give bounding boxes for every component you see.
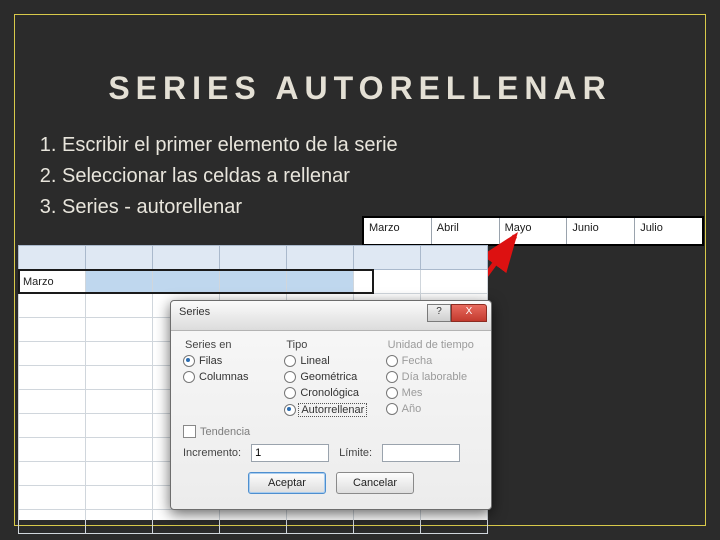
- dialog-title: Series: [179, 306, 210, 318]
- series-dialog: Series ? X Series en Filas Columnas Tipo…: [170, 300, 492, 510]
- radio-filas[interactable]: Filas: [183, 353, 276, 369]
- steps-list: Escribir el primer elemento de la serie …: [28, 130, 398, 223]
- step-1: Escribir el primer elemento de la serie: [62, 130, 398, 161]
- radio-columnas[interactable]: Columnas: [183, 369, 276, 385]
- radio-geometrica[interactable]: Geométrica: [284, 369, 377, 385]
- checkbox-tendencia: Tendencia: [183, 419, 479, 440]
- month-cell: Mayo: [500, 218, 568, 244]
- group-legend: Tipo: [284, 339, 377, 353]
- dialog-titlebar[interactable]: Series ? X: [171, 301, 491, 331]
- radio-mes: Mes: [386, 385, 479, 401]
- radio-fecha: Fecha: [386, 353, 479, 369]
- close-button[interactable]: X: [451, 304, 487, 322]
- month-cell: Abril: [432, 218, 500, 244]
- group-legend: Unidad de tiempo: [386, 339, 479, 353]
- incremento-label: Incremento:: [183, 447, 241, 459]
- month-cell: Junio: [567, 218, 635, 244]
- radio-dia-laborable: Día laborable: [386, 369, 479, 385]
- group-legend: Series en: [183, 339, 276, 353]
- radio-cronologica[interactable]: Cronológica: [284, 385, 377, 401]
- cell-first-value[interactable]: Marzo: [19, 270, 86, 294]
- limite-input[interactable]: [382, 444, 460, 462]
- limite-label: Límite:: [339, 447, 372, 459]
- checkbox-icon: [183, 425, 196, 438]
- radio-autorrellenar[interactable]: Autorrellenar: [284, 401, 377, 419]
- step-3: Series - autorellenar: [62, 192, 398, 223]
- slide-title: SERIES AUTORELLENAR: [0, 70, 720, 107]
- group-tipo: Tipo Lineal Geométrica Cronológica Autor…: [284, 339, 377, 419]
- group-series-en: Series en Filas Columnas: [183, 339, 276, 419]
- incremento-input[interactable]: [251, 444, 329, 462]
- radio-ano: Año: [386, 401, 479, 417]
- month-cell: Julio: [635, 218, 702, 244]
- help-button[interactable]: ?: [427, 304, 451, 322]
- result-months-row: Marzo Abril Mayo Junio Julio: [362, 216, 704, 246]
- group-unidad: Unidad de tiempo Fecha Día laborable Mes…: [386, 339, 479, 419]
- month-cell: Marzo: [364, 218, 432, 244]
- ok-button[interactable]: Aceptar: [248, 472, 326, 494]
- step-2: Seleccionar las celdas a rellenar: [62, 161, 398, 192]
- radio-lineal[interactable]: Lineal: [284, 353, 377, 369]
- cancel-button[interactable]: Cancelar: [336, 472, 414, 494]
